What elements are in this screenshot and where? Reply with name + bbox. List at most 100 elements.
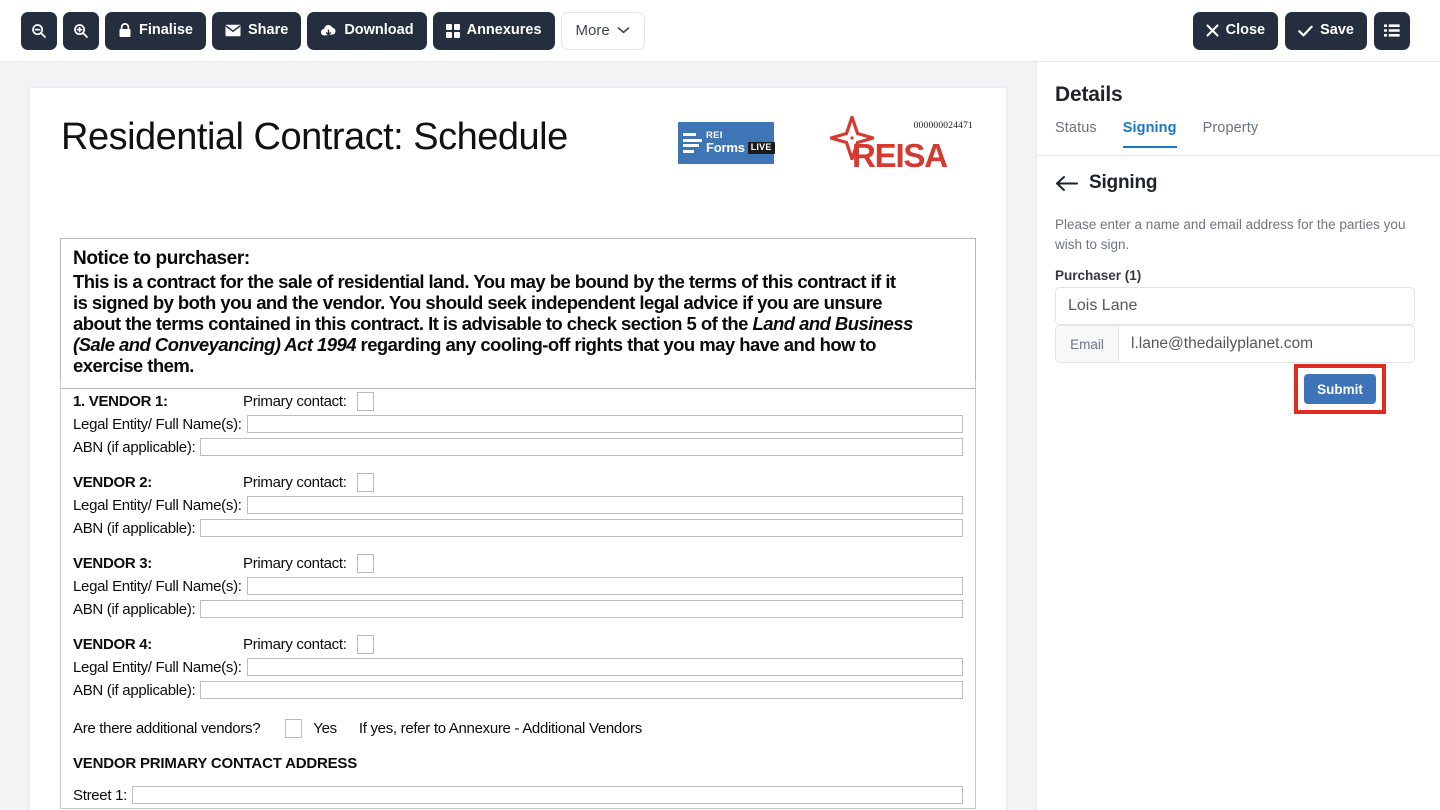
zoom-out-button[interactable] [21,11,57,50]
share-label: Share [248,22,289,39]
contact-address-heading: VENDOR PRIMARY CONTACT ADDRESS [73,755,358,772]
primary-contact-checkbox[interactable] [356,634,374,654]
primary-contact-label: Primary contact: [243,635,347,653]
abn-input[interactable] [200,681,963,699]
rei-forms-live-logo: REI Forms LIVE [678,122,775,164]
legal-name-row: Legal Entity/ Full Name(s): [73,575,963,597]
notice-line-4: (Sale and Conveyancing) Act 1994 regardi… [73,334,876,356]
close-x-icon [1206,24,1219,37]
finalise-button[interactable]: Finalise [105,11,206,50]
abn-label: ABN (if applicable): [73,438,196,456]
notice-line-3: about the terms contained in this contra… [73,313,913,334]
envelope-icon [225,24,241,37]
vendor-title: 1. VENDOR 1: [73,392,168,410]
signing-header: Signing [1055,172,1157,194]
abn-input[interactable] [200,600,963,618]
close-button[interactable]: Close [1192,11,1279,50]
legal-name-label: Legal Entity/ Full Name(s): [73,658,242,676]
legal-name-input[interactable] [246,415,963,433]
share-button[interactable]: Share [212,11,302,50]
legal-name-label: Legal Entity/ Full Name(s): [73,496,242,514]
street1-input[interactable] [132,786,963,804]
vendor-section: 1. VENDOR 1: Primary contact: Legal Entity… [60,380,976,809]
toolbar-left-group: Finalise Share Download Annexures More [0,11,645,50]
street1-row: Street 1: [73,784,963,806]
vendor-block-spacer [73,458,963,471]
tab-signing[interactable]: Signing [1122,120,1177,148]
primary-contact-checkbox[interactable] [356,472,374,492]
legal-name-label: Legal Entity/ Full Name(s): [73,415,242,433]
reisa-logo: REISA [830,116,960,176]
vendor-title-row: VENDOR 3: Primary contact: [73,552,963,574]
primary-contact-label: Primary contact: [243,473,347,491]
vendor-list: 1. VENDOR 1: Primary contact: Legal Entity… [73,390,963,701]
rei-logo-line2: Forms [706,140,745,156]
street1-label: Street 1: [73,786,127,804]
email-addon-label: Email [1056,326,1119,362]
vendor-block: VENDOR 2: Primary contact: Legal Entity/ F… [73,471,963,539]
notice-heading: Notice to purchaser: [73,248,250,269]
notice-line-5: exercise them. [73,355,194,377]
save-button[interactable]: Save [1285,11,1367,50]
primary-contact-checkbox[interactable] [356,553,374,573]
purchaser-email-input[interactable] [1119,335,1414,353]
magnifier-plus-icon [73,23,89,39]
additional-vendors-note: If yes, refer to Annexure - Additional V… [358,719,642,737]
abn-input[interactable] [200,438,963,456]
reisa-wordmark: REISA [852,137,948,174]
grid-icon [445,23,460,38]
abn-input[interactable] [200,519,963,537]
purchaser-label: Purchaser (1) [1055,268,1142,283]
chevron-down-icon [617,26,630,35]
vendor-block: VENDOR 3: Primary contact: Legal Entity/ F… [73,552,963,620]
finalise-label: Finalise [139,22,193,39]
notice-body: This is a contract for the sale of resid… [73,271,963,376]
submit-button[interactable]: Submit [1304,374,1376,404]
document-page: 000000024471 Residential Contract: Sched… [30,88,1006,810]
details-panel-title: Details [1055,83,1123,106]
download-button[interactable]: Download [307,11,427,50]
signing-heading: Signing [1089,172,1158,193]
legal-name-row: Legal Entity/ Full Name(s): [73,494,963,516]
tab-property[interactable]: Property [1203,120,1259,147]
arrow-left-icon[interactable] [1055,175,1079,192]
abn-row: ABN (if applicable): [73,517,963,539]
purchaser-name-input[interactable] [1056,297,1414,315]
abn-label: ABN (if applicable): [73,681,196,699]
primary-contact-checkbox[interactable] [356,391,374,411]
additional-vendors-yes-label: Yes [313,719,337,737]
document-scroll-area[interactable]: 000000024471 Residential Contract: Sched… [0,62,1036,810]
notice-to-purchaser-box: Notice to purchaser: This is a contract … [60,238,976,390]
more-label: More [575,22,610,39]
abn-row: ABN (if applicable): [73,679,963,701]
notice-line-1: This is a contract for the sale of resid… [73,270,896,292]
zoom-in-button[interactable] [63,11,99,50]
more-button[interactable]: More [560,11,645,50]
vendor-title-row: VENDOR 2: Primary contact: [73,471,963,493]
purchaser-name-field[interactable] [1055,287,1415,325]
rei-logo-badge: LIVE [747,142,775,154]
vendor-block: 1. VENDOR 1: Primary contact: Legal Entity… [73,390,963,458]
vendor-block-spacer [73,620,963,633]
abn-row: ABN (if applicable): [73,598,963,620]
details-panel: Details Status Signing Property Signing … [1036,62,1440,810]
check-icon [1298,25,1313,37]
vendor-title: VENDOR 2: [73,473,152,491]
vendor-title: VENDOR 4: [73,635,152,653]
document-title: Residential Contract: Schedule [61,116,568,158]
lock-icon [118,23,132,38]
abn-label: ABN (if applicable): [73,519,196,537]
vendor-title: VENDOR 3: [73,554,152,572]
legal-name-input[interactable] [246,577,963,595]
tab-status[interactable]: Status [1055,120,1097,147]
annexures-button[interactable]: Annexures [432,11,555,50]
top-toolbar: Finalise Share Download Annexures More C… [0,0,1440,62]
toolbar-right-group: Close Save [1192,11,1440,50]
legal-name-input[interactable] [246,658,963,676]
signing-description: Please enter a name and email address fo… [1055,217,1406,252]
additional-vendors-row: Are there additional vendors? Yes If yes… [73,715,963,741]
legal-name-input[interactable] [246,496,963,514]
additional-vendors-checkbox[interactable] [285,718,303,738]
purchaser-email-field[interactable]: Email [1055,325,1415,363]
list-menu-button[interactable] [1374,11,1410,50]
